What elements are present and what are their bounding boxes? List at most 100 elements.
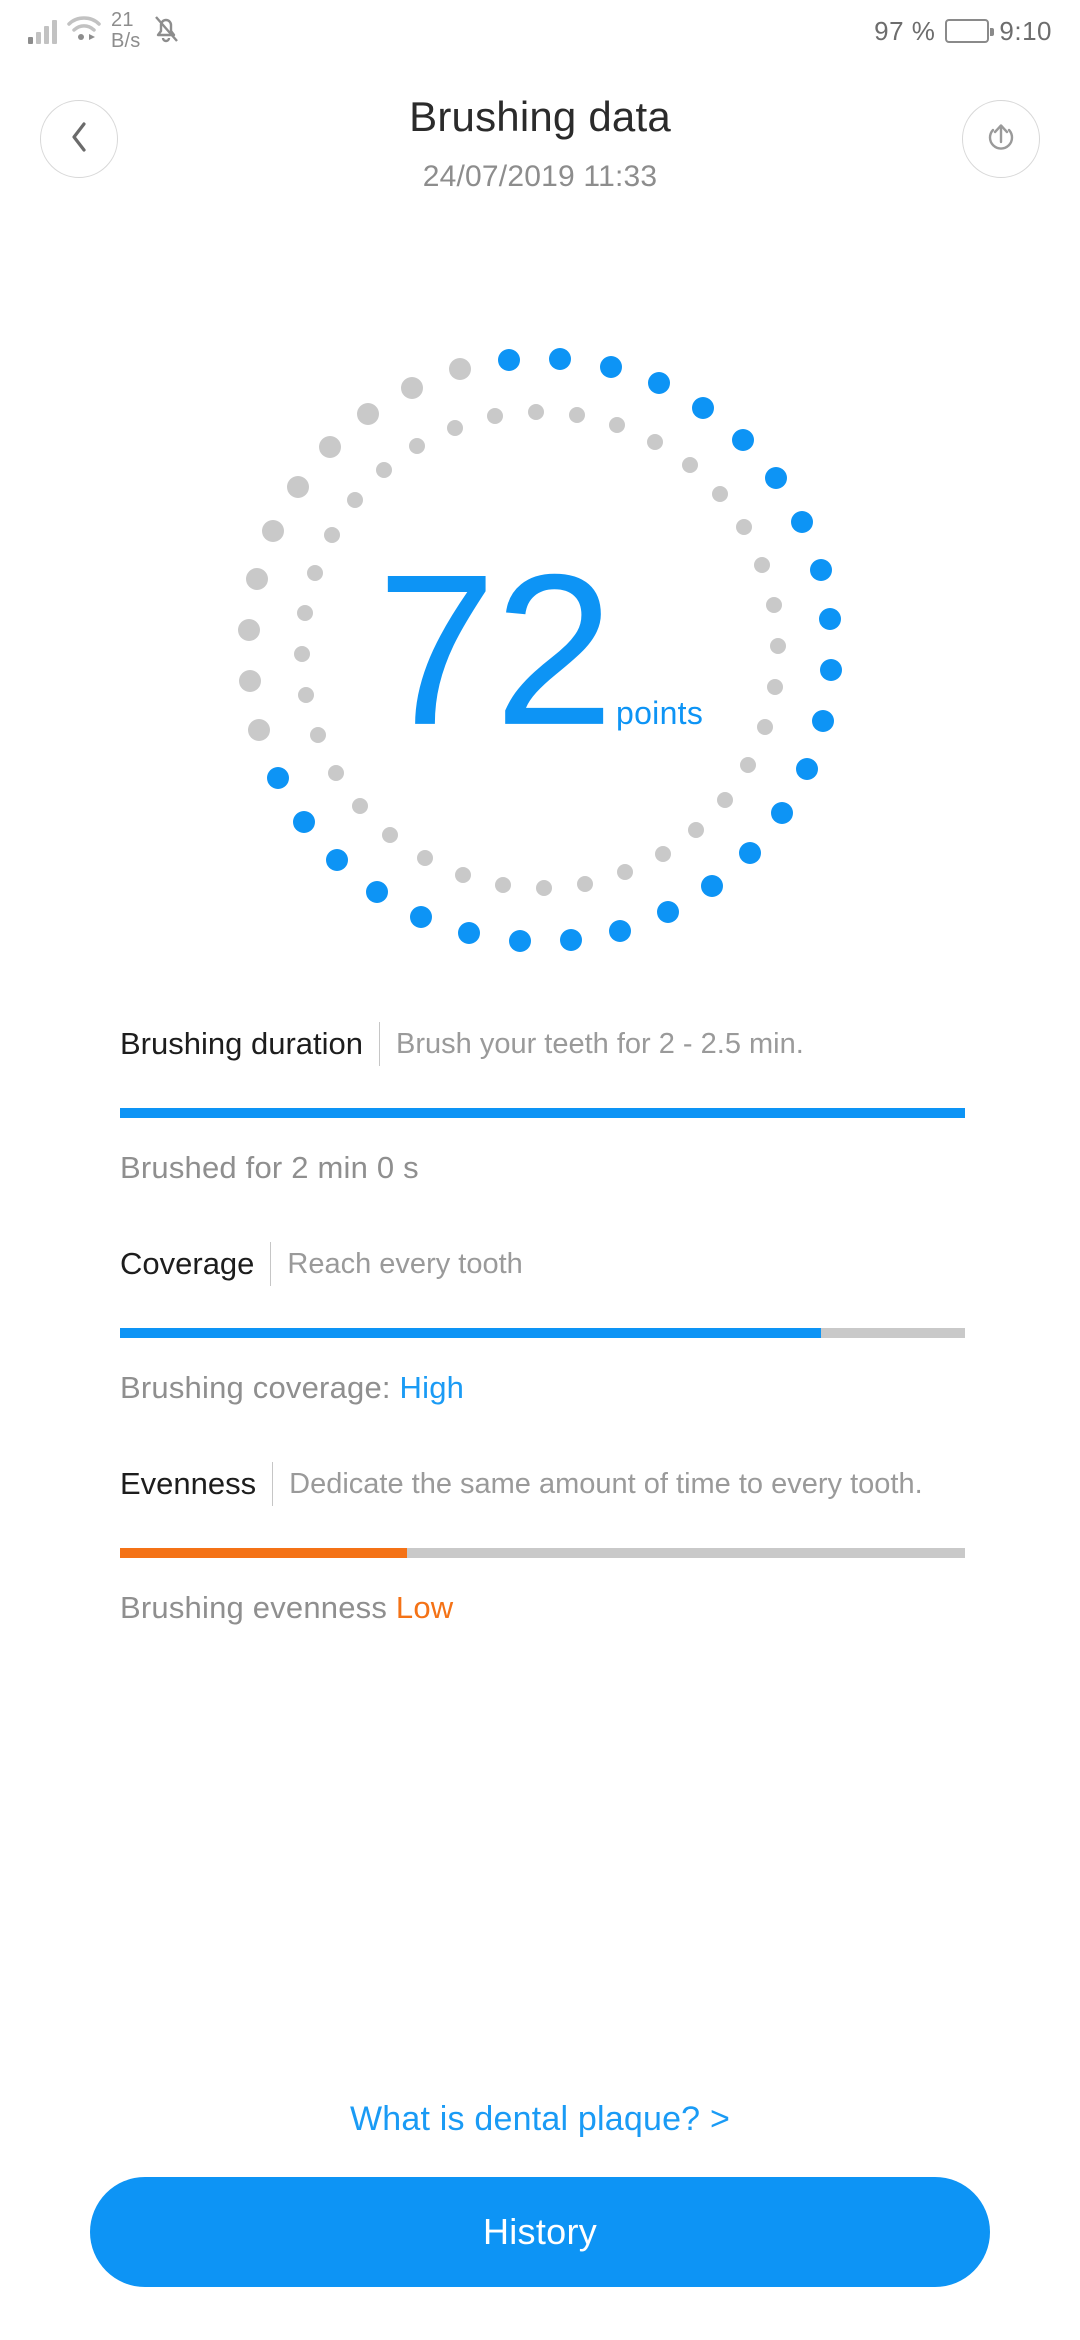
score-value: 72: [376, 528, 614, 770]
dial-dot-outer: [765, 467, 788, 490]
dial-dot-inner: [382, 826, 399, 843]
dial-dot-outer: [326, 849, 349, 872]
dial-dot-outer: [795, 757, 818, 780]
dial-dot-outer: [448, 358, 471, 381]
dental-plaque-link[interactable]: What is dental plaque? >: [0, 2100, 1080, 2139]
score-dial: 72 points: [150, 320, 930, 980]
dial-dot-inner: [654, 846, 671, 862]
dial-dot-outer: [508, 930, 531, 953]
dial-dot-inner: [454, 867, 471, 884]
status-bar-clock: 9:10: [999, 15, 1052, 46]
page-subtitle-timestamp: 24/07/2019 11:33: [422, 160, 658, 193]
metric-value-accent: High: [399, 1370, 465, 1405]
status-bar-left: 21 B/s: [28, 10, 181, 52]
score-center: 72 points: [150, 542, 930, 757]
dial-dot-inner: [716, 791, 733, 808]
dial-dot-inner: [609, 416, 626, 433]
metric-name: Evenness: [120, 1466, 257, 1501]
dial-dot-outer: [549, 347, 572, 370]
dial-dot-inner: [527, 404, 544, 421]
metric-value-accent: Low: [395, 1590, 454, 1625]
wifi-icon: [67, 15, 101, 47]
dial-dot-outer: [700, 875, 723, 898]
metric-hint: Reach every tooth: [287, 1247, 523, 1280]
metric-divider: [272, 1462, 274, 1506]
dial-dot-outer: [292, 810, 315, 833]
dial-dot-inner: [323, 526, 340, 543]
status-bar-right: 97 % 9:10: [874, 16, 1052, 47]
metric-section: Evenness Dedicate the same amount of time…: [120, 1462, 965, 1626]
dial-dot-outer: [318, 436, 341, 459]
page-title: Brushing data: [409, 93, 671, 140]
metric-value: Brushing coverage: High: [120, 1370, 965, 1406]
network-speed-unit: B/s: [111, 30, 141, 52]
dial-dot-inner: [347, 492, 364, 509]
dial-dot-outer: [771, 802, 794, 825]
dial-dot-outer: [559, 929, 582, 952]
metric-value: Brushing evenness Low: [120, 1590, 965, 1626]
dial-dot-inner: [681, 457, 698, 474]
dial-dot-inner: [409, 437, 426, 454]
dial-dot-inner: [711, 485, 728, 502]
metric-progress-track: [120, 1328, 965, 1338]
metric-value-text: Brushing coverage:: [120, 1370, 400, 1405]
dial-dot-inner: [740, 757, 757, 774]
dial-dot-outer: [692, 396, 715, 419]
network-speed-value: 21: [111, 9, 134, 31]
dial-dot-inner: [536, 879, 553, 896]
dial-dot-outer: [791, 510, 814, 533]
battery-percent-label: 97 %: [874, 15, 936, 46]
dial-dot-outer: [286, 475, 309, 498]
dial-dot-inner: [577, 875, 594, 892]
metric-hint: Brush your teeth for 2 - 2.5 min.: [396, 1027, 804, 1060]
dial-dot-outer: [262, 520, 285, 543]
dial-dot-inner: [416, 850, 433, 867]
metric-name: Coverage: [120, 1246, 255, 1281]
network-speed: 21 B/s: [111, 10, 141, 52]
history-button[interactable]: History: [90, 2177, 990, 2287]
dial-dot-inner: [688, 821, 705, 838]
metric-hint: Dedicate the same amount of time to ever…: [289, 1467, 923, 1500]
dial-dot-outer: [739, 841, 762, 864]
metric-header: Coverage Reach every tooth: [120, 1242, 965, 1286]
dial-dot-inner: [327, 764, 344, 781]
metric-progress-track: [120, 1548, 965, 1558]
metric-value-text: Brushed for 2 min 0 s: [120, 1150, 419, 1185]
dial-dot-inner: [647, 433, 664, 450]
dial-dot-outer: [410, 905, 433, 928]
metric-header: Brushing duration Brush your teeth for 2 …: [120, 1022, 965, 1066]
dial-dot-inner: [375, 462, 392, 479]
metric-progress-track: [120, 1108, 965, 1118]
dial-dot-inner: [736, 519, 752, 536]
metric-section: Brushing duration Brush your teeth for 2 …: [120, 1022, 965, 1186]
notifications-muted-icon: [151, 13, 181, 50]
dial-dot-inner: [569, 406, 586, 423]
dial-dot-outer: [609, 919, 632, 942]
dial-dot-outer: [365, 881, 388, 904]
metric-header: Evenness Dedicate the same amount of time…: [120, 1462, 965, 1506]
dial-dot-inner: [486, 408, 503, 425]
metric-value: Brushed for 2 min 0 s: [120, 1150, 965, 1186]
dial-dot-inner: [617, 864, 634, 881]
metric-section: Coverage Reach every tooth Brushing covera…: [120, 1242, 965, 1406]
dial-dot-outer: [458, 922, 481, 945]
signal-bars-icon: [28, 18, 57, 44]
metric-progress-fill: [120, 1548, 408, 1558]
dial-dot-outer: [657, 901, 679, 924]
metric-name: Brushing duration: [120, 1026, 363, 1061]
battery-icon: [945, 19, 995, 43]
dial-dot-outer: [599, 355, 622, 378]
score-unit-label: points: [615, 694, 704, 731]
dial-dot-outer: [400, 376, 423, 399]
dial-dot-outer: [731, 428, 754, 451]
dial-dot-outer: [498, 348, 521, 371]
share-button[interactable]: [962, 100, 1040, 178]
metric-divider: [379, 1022, 380, 1066]
dial-dot-inner: [352, 798, 369, 815]
dial-dot-inner: [446, 419, 463, 436]
metric-progress-fill: [120, 1328, 822, 1338]
metric-divider: [270, 1242, 272, 1286]
status-bar: 21 B/s 97 % 9:10: [0, 0, 1080, 62]
dial-dot-outer: [266, 767, 289, 789]
upload-share-icon: [984, 120, 1018, 159]
